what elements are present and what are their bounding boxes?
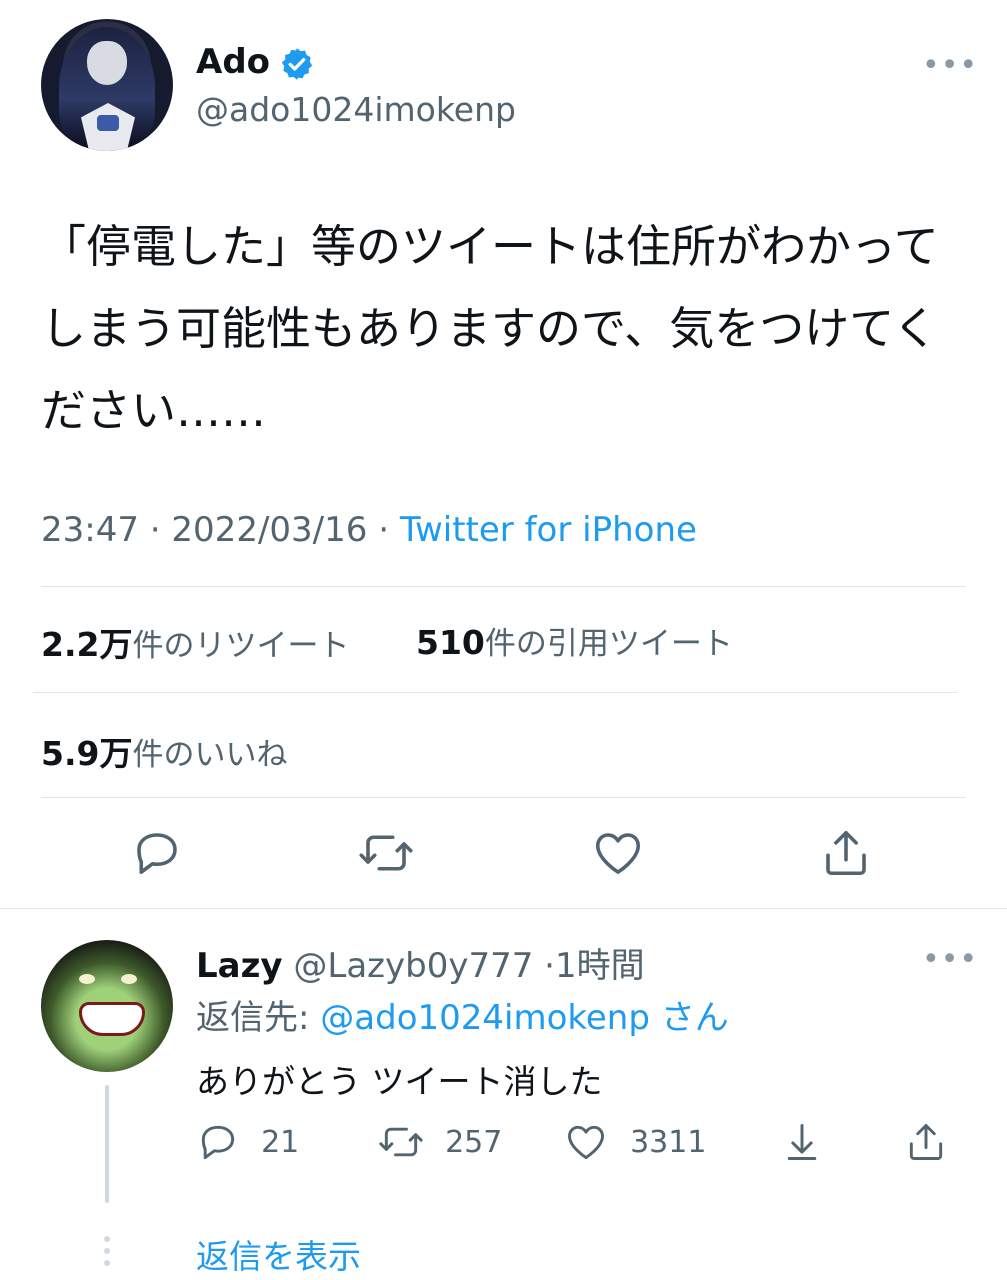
retweet-count: 2.2万 (41, 625, 133, 664)
divider (41, 797, 966, 798)
tweet-text: 「停電した」等のツイートは住所がわかってしまう可能性もありますので、気をつけてく… (41, 220, 939, 437)
like-count: 5.9万 (41, 734, 133, 773)
retweet-label: 件のリツイート (132, 628, 350, 664)
avatar-eye (79, 974, 95, 984)
like-label: 件のいいね (132, 737, 288, 773)
avatar-face (87, 41, 127, 85)
reply-retweet-count: 257 (445, 1124, 503, 1160)
retweet-stats[interactable]: 2.2万件のリツイート (41, 618, 349, 666)
share-icon[interactable] (819, 826, 873, 880)
reply-reply-action[interactable]: 21 (196, 1120, 299, 1164)
reply-count: 21 (261, 1124, 300, 1160)
reply-header: Lazy @Lazyb0y777 ·1時間 (196, 938, 645, 987)
share-icon[interactable] (904, 1120, 948, 1164)
reply-icon (196, 1120, 240, 1164)
reply-retweet-action[interactable]: 257 (376, 1120, 502, 1164)
reply-icon[interactable] (130, 826, 184, 880)
heart-icon[interactable] (590, 826, 646, 880)
thread-dot (104, 1236, 110, 1242)
reply-text: ありがとう ツイート消した (196, 1062, 603, 1101)
thread-dot (104, 1260, 110, 1266)
replying-to-label: 返信先: (196, 998, 310, 1038)
replying-to: 返信先: @ado1024imokenp さん (196, 990, 729, 1039)
reply-like-action[interactable]: 3311 (563, 1120, 706, 1164)
reply-author-handle[interactable]: @Lazyb0y777 (293, 946, 533, 986)
tweet-metadata: 23:47 · 2022/03/16 · Twitter for iPhone (41, 510, 697, 550)
reply-like-count: 3311 (630, 1124, 707, 1160)
replying-to-suffix: さん (660, 998, 729, 1038)
meta-separator: · (378, 510, 390, 550)
replying-to-handle[interactable]: @ado1024imokenp (320, 998, 650, 1038)
heart-icon (563, 1120, 609, 1164)
reply-author-name[interactable]: Lazy (196, 946, 283, 986)
reply-time[interactable]: 1時間 (555, 946, 645, 986)
reply-more-options-icon[interactable]: ••• (922, 942, 978, 977)
like-stats[interactable]: 5.9万件のいいね (41, 727, 287, 775)
quote-label: 件の引用ツイート (484, 626, 733, 662)
author-avatar[interactable] (41, 19, 173, 151)
quote-stats[interactable]: 510件の引用ツイート (416, 618, 733, 663)
avatar-eye (121, 974, 137, 984)
download-icon[interactable] (780, 1120, 824, 1164)
divider (0, 908, 1007, 909)
tweet-time: 23:47 (41, 510, 139, 550)
tweet-source-link[interactable]: Twitter for iPhone (400, 510, 697, 550)
verified-badge-icon (279, 46, 315, 86)
more-options-icon[interactable]: ••• (922, 48, 978, 83)
quote-count: 510 (416, 623, 485, 662)
divider (41, 586, 966, 587)
author-handle[interactable]: @ado1024imokenp (196, 90, 516, 129)
retweet-icon (376, 1120, 426, 1164)
show-replies-link[interactable]: 返信を表示 (196, 1230, 361, 1278)
reply-separator: · (544, 946, 555, 986)
tweet-date: 2022/03/16 (171, 510, 368, 550)
divider (33, 692, 958, 693)
avatar-mouth (79, 1002, 145, 1036)
author-name[interactable]: Ado (196, 42, 270, 82)
thread-dot (104, 1248, 110, 1254)
thread-line (105, 1085, 109, 1203)
retweet-icon[interactable] (356, 826, 416, 880)
avatar-ribbon (97, 115, 119, 131)
meta-separator: · (149, 510, 161, 550)
reply-author-avatar[interactable] (41, 940, 173, 1072)
